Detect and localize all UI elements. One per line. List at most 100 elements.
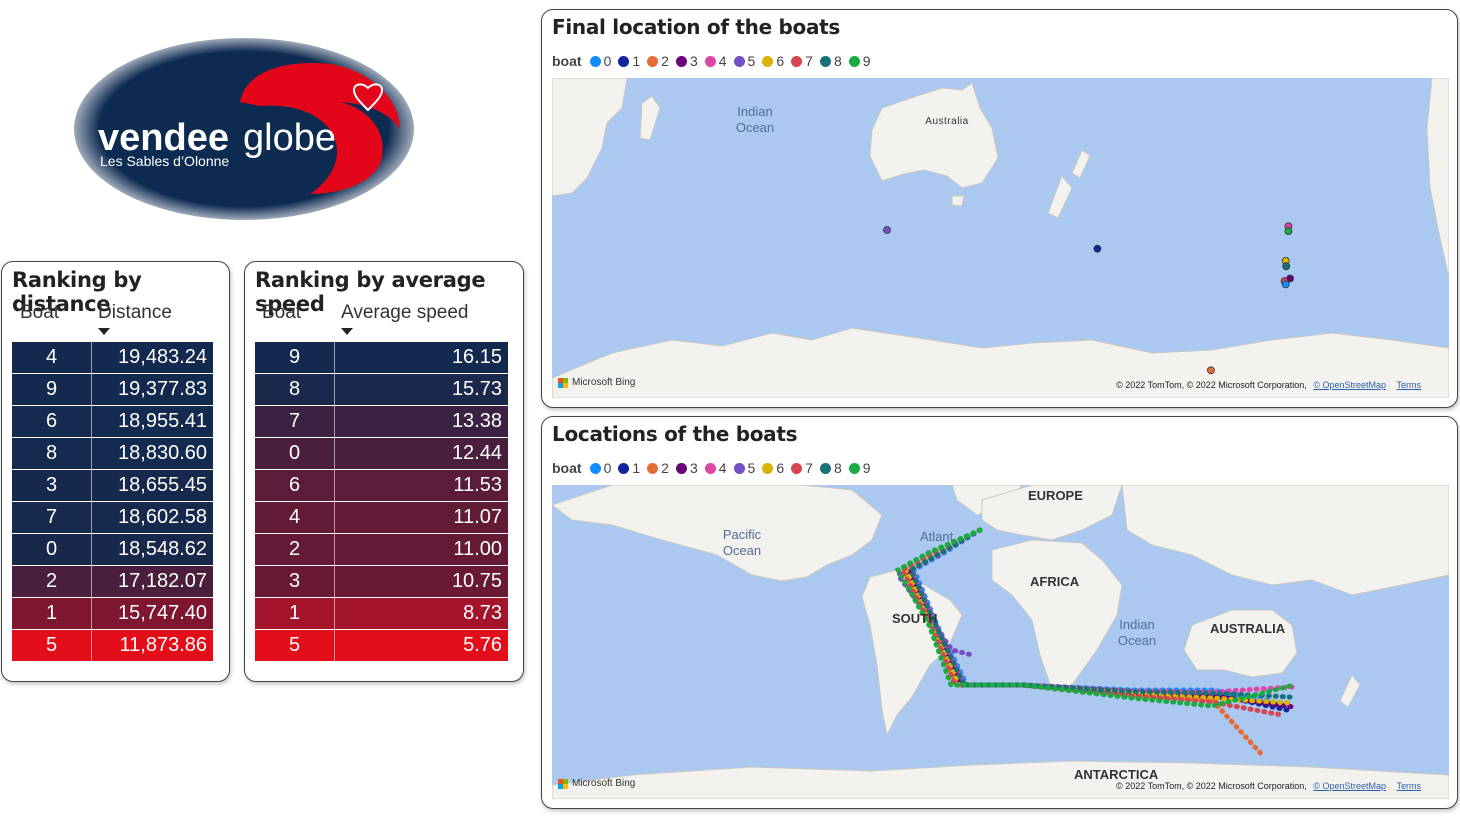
microsoft-logo-icon — [558, 377, 568, 388]
table-row[interactable]: 4 19,483.24 — [12, 342, 213, 373]
osm-link[interactable]: © OpenStreetMap — [1313, 380, 1386, 390]
legend-dot-icon — [762, 55, 774, 67]
value-cell: 18,955.41 — [91, 406, 213, 437]
legend-label: 3 — [689, 53, 698, 69]
legend-item[interactable]: 1 — [618, 53, 640, 69]
table-row[interactable]: 8 18,830.60 — [12, 438, 213, 469]
terms-link[interactable]: Terms — [1397, 781, 1422, 791]
table-row[interactable]: 2 11.00 — [255, 534, 508, 565]
table-row[interactable]: 5 11,873.86 — [12, 630, 213, 661]
legend-item[interactable]: 3 — [675, 53, 698, 69]
copyright-text: © 2022 TomTom, © 2022 Microsoft Corporat… — [1116, 380, 1307, 390]
boat-cell: 8 — [288, 378, 301, 400]
legend-item[interactable]: 8 — [819, 53, 842, 69]
value-cell: 18,602.58 — [91, 502, 213, 533]
table-row[interactable]: 3 18,655.45 — [12, 470, 213, 501]
table-row[interactable]: 6 18,955.41 — [12, 406, 213, 437]
copyright-text: © 2022 TomTom, © 2022 Microsoft Corporat… — [1116, 781, 1307, 791]
boat-8-final-point[interactable] — [1282, 262, 1291, 271]
value-cell: 19,377.83 — [91, 374, 213, 405]
legend-item[interactable]: 0 — [589, 53, 611, 69]
table-row[interactable]: 9 19,377.83 — [12, 374, 213, 405]
boat-0-final-point[interactable] — [1281, 280, 1290, 289]
legend-title: boat — [552, 53, 582, 69]
table-row[interactable]: 9 16.15 — [255, 342, 508, 373]
legend-item[interactable]: 7 — [791, 460, 813, 476]
table-row[interactable]: 0 18,548.62 — [12, 534, 213, 565]
legend-item[interactable]: 4 — [704, 53, 727, 69]
legend-item[interactable]: 2 — [647, 53, 669, 69]
value-cell: 19,483.24 — [91, 342, 213, 373]
boat-1-final-point[interactable] — [1093, 244, 1102, 253]
legend-dot-icon — [791, 55, 803, 67]
boat-cell: 2 — [288, 538, 301, 560]
table-row[interactable]: 6 11.53 — [255, 470, 508, 501]
vendee-globe-logo: vendee globe Les Sables d’Olonne — [70, 34, 420, 224]
value-cell: 17,182.07 — [91, 566, 213, 597]
legend-label: 2 — [661, 460, 669, 476]
boat-cell: 2 — [45, 570, 58, 592]
locations-map[interactable]: EUROPE AFRICA AUSTRALIA ANTARCTICA SOUTH… — [552, 485, 1449, 799]
table-row[interactable]: 4 11.07 — [255, 502, 508, 533]
legend-item[interactable]: 6 — [762, 53, 784, 69]
legend-label: 0 — [603, 460, 612, 476]
legend-label: 9 — [862, 53, 871, 69]
legend-item[interactable]: 3 — [675, 460, 698, 476]
legend-item[interactable]: 7 — [791, 53, 813, 69]
distance-col-boat-header[interactable]: Boat — [20, 302, 59, 324]
legend-dot-icon — [733, 55, 745, 67]
pacific-ocean-label: Pacific Ocean — [722, 527, 762, 558]
table-row[interactable]: 7 13.38 — [255, 406, 508, 437]
legend-item[interactable]: 6 — [762, 460, 784, 476]
legend-item[interactable]: 4 — [704, 460, 727, 476]
legend-item[interactable]: 5 — [733, 53, 755, 69]
table-row[interactable]: 7 18,602.58 — [12, 502, 213, 533]
legend-item[interactable]: 5 — [733, 460, 755, 476]
legend-item[interactable]: 1 — [618, 460, 640, 476]
boat-9-final-point[interactable] — [1284, 227, 1293, 236]
table-row[interactable]: 3 10.75 — [255, 566, 508, 597]
distance-col-value-header[interactable]: Distance — [98, 302, 172, 324]
legend-dot-icon — [704, 55, 716, 67]
table-row[interactable]: 2 17,182.07 — [12, 566, 213, 597]
boat-cell: 7 — [288, 410, 301, 432]
legend-dot-icon — [647, 462, 659, 474]
table-row[interactable]: 0 12.44 — [255, 438, 508, 469]
osm-link[interactable]: © OpenStreetMap — [1313, 781, 1386, 791]
value-cell: 11.07 — [334, 502, 508, 533]
table-row[interactable]: 8 15.73 — [255, 374, 508, 405]
australia-label: AUSTRALIA — [1210, 621, 1286, 636]
speed-col-value-header[interactable]: Average speed — [341, 302, 468, 324]
legend-dot-icon — [819, 462, 831, 474]
boat-cell: 5 — [288, 634, 301, 656]
table-row[interactable]: 1 15,747.40 — [12, 598, 213, 629]
final-location-map-card: Final location of the boats boat 0 1 2 3 4 5 6 7… — [541, 9, 1458, 408]
legend-title: boat — [552, 460, 582, 476]
legend-item[interactable]: 2 — [647, 460, 669, 476]
speed-col-boat-header[interactable]: Boat — [262, 302, 301, 324]
legend-dot-icon — [589, 462, 601, 474]
legend-item[interactable]: 8 — [819, 460, 842, 476]
terms-link[interactable]: Terms — [1397, 380, 1422, 390]
legend-item[interactable]: 9 — [848, 53, 871, 69]
legend-item[interactable]: 9 — [848, 460, 871, 476]
boat-cell: 4 — [288, 506, 301, 528]
legend-label: 1 — [632, 460, 641, 476]
final-location-map[interactable]: Indian Ocean Australia Microsoft Bing © … — [552, 78, 1449, 398]
bing-label: Microsoft Bing — [572, 778, 636, 789]
legend-dot-icon — [675, 462, 687, 474]
table-row[interactable]: 5 5.76 — [255, 630, 508, 661]
legend-label: 3 — [689, 460, 698, 476]
boat-5-final-point[interactable] — [883, 226, 891, 234]
ranking-by-speed-card: Ranking by average speed Boat Average sp… — [244, 261, 524, 682]
boat-cell: 9 — [45, 378, 58, 400]
value-cell: 12.44 — [334, 438, 508, 469]
ranking-by-distance-card: Ranking by distance Boat Distance 4 19,48… — [1, 261, 230, 682]
boat-cell: 3 — [45, 474, 58, 496]
table-row[interactable]: 1 8.73 — [255, 598, 508, 629]
legend-item[interactable]: 0 — [589, 460, 612, 476]
boat-2-final-point[interactable] — [1207, 366, 1215, 375]
value-cell: 10.75 — [334, 566, 508, 597]
value-cell: 18,830.60 — [91, 438, 213, 469]
value-cell: 18,548.62 — [91, 534, 213, 565]
